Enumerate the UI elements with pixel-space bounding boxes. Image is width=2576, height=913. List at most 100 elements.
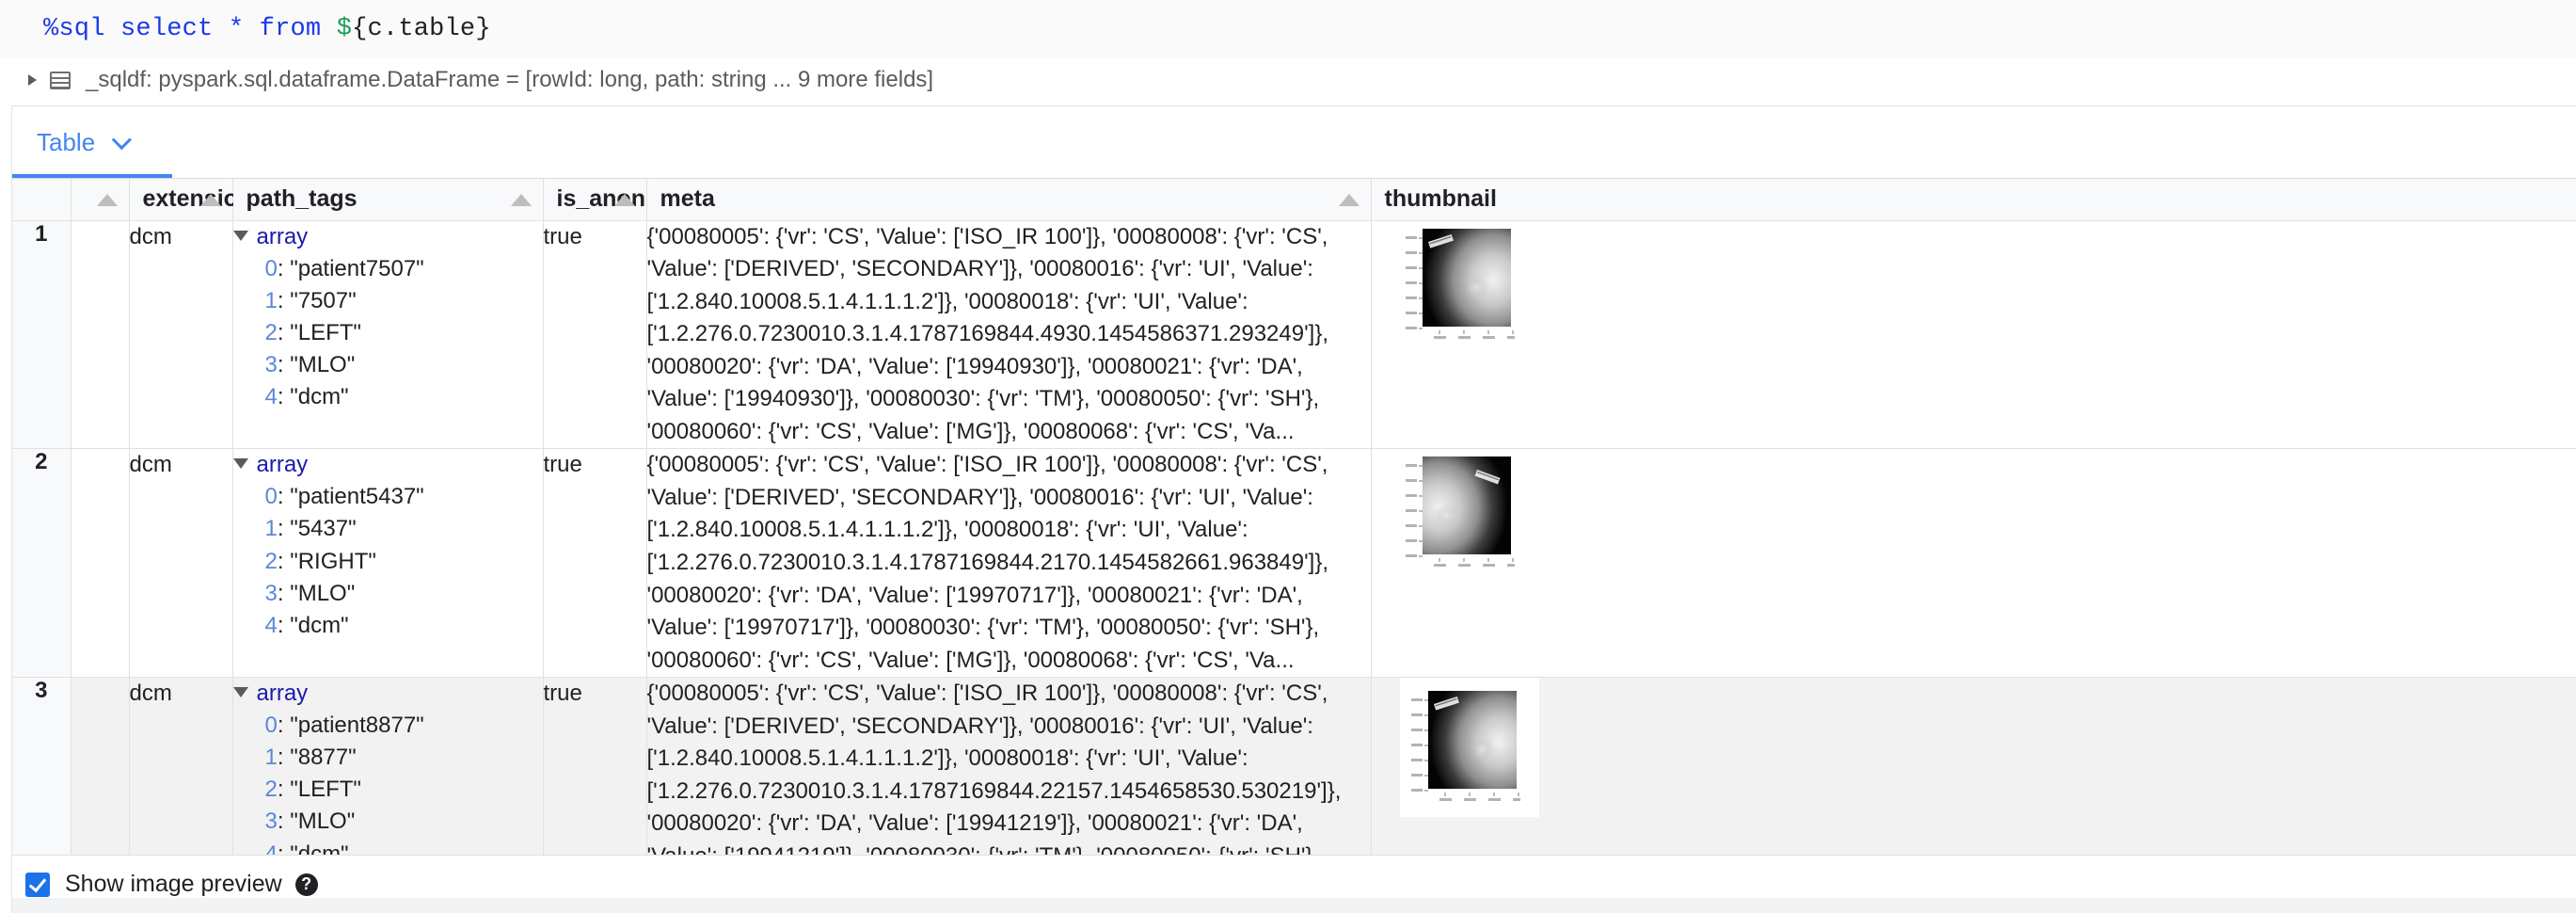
array-item-index: 1 — [265, 745, 278, 770]
table-row[interactable]: 2dcm array 0: "patient5437"1: "5437"2: "… — [12, 449, 2576, 678]
column-header-extension[interactable]: extension — [129, 179, 232, 220]
sort-ascending-icon[interactable] — [200, 194, 221, 206]
column-header-is-anon[interactable]: is_anon — [543, 179, 646, 220]
triangle-right-icon[interactable] — [28, 74, 37, 86]
code-token-interp: {c.table} — [352, 15, 491, 43]
row-number-cell: 3 — [12, 678, 71, 855]
array-item: 1: "5437" — [265, 513, 543, 545]
array-item: 2: "RIGHT" — [265, 546, 543, 578]
array-item-index: 2 — [265, 320, 278, 345]
result-summary-line[interactable]: _sqldf: pyspark.sql.dataframe.DataFrame … — [0, 58, 2576, 102]
code-token-from: from — [260, 15, 322, 43]
array-item: 2: "LEFT" — [265, 774, 543, 806]
thumbnail-image[interactable] — [1400, 678, 1539, 817]
tab-table[interactable]: Table — [37, 128, 126, 157]
table-scroll-container[interactable]: extension path_tags is_anon meta — [12, 178, 2576, 855]
show-image-preview-label: Show image preview — [65, 871, 282, 898]
code-token-select: select — [120, 15, 213, 43]
table-row[interactable]: 1 dcm array 0: "patient7507"1: "7507"2: "… — [12, 220, 2576, 449]
array-item-index: 1 — [265, 288, 278, 313]
array-item-index: 3 — [265, 809, 278, 834]
array-item: 4: "dcm" — [265, 610, 543, 642]
column-header-meta[interactable]: meta — [646, 179, 1371, 220]
array-item: 1: "8877" — [265, 742, 543, 774]
sort-ascending-icon[interactable] — [511, 194, 532, 206]
grid-icon — [50, 72, 71, 89]
row-blank-cell[interactable] — [71, 449, 129, 678]
bottom-strip — [12, 898, 2576, 913]
row-number-cell: 2 — [12, 449, 71, 678]
code-cell[interactable]: %sql select * from ${c.table} — [0, 0, 2576, 58]
array-item-index: 3 — [265, 352, 278, 377]
array-toggle[interactable]: array — [233, 678, 543, 710]
array-item-index: 1 — [265, 516, 278, 541]
array-item-index: 0 — [265, 713, 278, 738]
thumbnail-image[interactable] — [1400, 449, 1511, 577]
cell-thumbnail[interactable] — [1371, 220, 2576, 449]
output-panel: Table — [11, 105, 2576, 913]
table-row[interactable]: 3 dcm array 0: "patient8877"1: "8877"2: "… — [12, 678, 2576, 855]
cell-path-tags[interactable]: array 0: "patient8877"1: "8877"2: "LEFT"… — [232, 678, 543, 855]
thumbnail-image[interactable] — [1400, 221, 1511, 349]
row-number-cell: 1 — [12, 220, 71, 449]
help-circle-icon[interactable]: ? — [295, 873, 318, 896]
column-header-blank[interactable] — [71, 179, 129, 220]
array-item: 0: "patient5437" — [265, 481, 543, 513]
code-cell-text[interactable]: %sql select * from ${c.table} — [43, 15, 491, 43]
array-item-index: 2 — [265, 549, 278, 574]
triangle-down-icon[interactable] — [233, 458, 248, 469]
triangle-down-icon[interactable] — [233, 687, 248, 697]
array-item: 3: "MLO" — [265, 349, 543, 381]
array-type-label: array — [257, 221, 309, 253]
cell-meta: {'00080005': {'vr': 'CS', 'Value': ['ISO… — [646, 678, 1371, 855]
cell-extension: dcm — [129, 678, 232, 855]
tab-table-label: Table — [37, 128, 95, 157]
array-item: 3: "MLO" — [265, 578, 543, 610]
table-header: extension path_tags is_anon meta — [12, 179, 2576, 220]
output-tabbar: Table — [12, 106, 2576, 178]
meta-text: {'00080005': {'vr': 'CS', 'Value': ['ISO… — [647, 678, 1371, 855]
array-item: 0: "patient8877" — [265, 710, 543, 742]
results-table: extension path_tags is_anon meta — [12, 179, 2576, 855]
table-body: 1dcm array 0: "patient7507"1: "7507"2: "… — [12, 220, 2576, 855]
column-header-thumbnail[interactable]: thumbnail — [1371, 179, 2576, 220]
array-type-label: array — [257, 678, 309, 710]
array-item-index: 0 — [265, 256, 278, 281]
triangle-down-icon[interactable] — [233, 231, 248, 241]
code-token-star: * — [229, 15, 244, 43]
show-image-preview-checkbox[interactable] — [25, 873, 50, 897]
row-blank-cell[interactable] — [71, 220, 129, 449]
cell-path-tags[interactable]: array 0: "patient5437"1: "5437"2: "RIGHT… — [232, 449, 543, 678]
cell-thumbnail[interactable] — [1371, 678, 2576, 855]
array-item-index: 3 — [265, 581, 278, 606]
array-toggle[interactable]: array — [233, 449, 543, 481]
array-item-index: 4 — [265, 841, 278, 855]
cell-thumbnail[interactable] — [1371, 449, 2576, 678]
code-token-magic: %sql — [43, 15, 105, 43]
table-header-row: extension path_tags is_anon meta — [12, 179, 2576, 220]
cell-path-tags[interactable]: array 0: "patient7507"1: "7507"2: "LEFT"… — [232, 220, 543, 449]
meta-text: {'00080005': {'vr': 'CS', 'Value': ['ISO… — [647, 449, 1371, 677]
result-summary-text: _sqldf: pyspark.sql.dataframe.DataFrame … — [86, 67, 933, 93]
sort-ascending-icon[interactable] — [97, 194, 118, 206]
cell-is-anon: true — [543, 678, 646, 855]
code-token-dollar: $ — [337, 15, 352, 43]
array-toggle[interactable]: array — [233, 221, 543, 253]
cell-meta: {'00080005': {'vr': 'CS', 'Value': ['ISO… — [646, 449, 1371, 678]
column-header-path-tags[interactable]: path_tags — [232, 179, 543, 220]
cell-extension: dcm — [129, 220, 232, 449]
array-type-label: array — [257, 449, 309, 481]
array-item: 2: "LEFT" — [265, 317, 543, 349]
array-item: 4: "dcm" — [265, 839, 543, 855]
cell-is-anon: true — [543, 449, 646, 678]
sort-ascending-icon[interactable] — [614, 194, 635, 206]
array-items: 0: "patient5437"1: "5437"2: "RIGHT"3: "M… — [265, 481, 543, 641]
array-items: 0: "patient8877"1: "8877"2: "LEFT"3: "ML… — [265, 710, 543, 855]
array-item-index: 2 — [265, 777, 278, 802]
array-item: 0: "patient7507" — [265, 253, 543, 285]
chevron-down-icon[interactable] — [112, 130, 132, 150]
row-blank-cell[interactable] — [71, 678, 129, 855]
sort-ascending-icon[interactable] — [1339, 194, 1360, 206]
array-item-index: 4 — [265, 384, 278, 409]
array-item: 1: "7507" — [265, 285, 543, 317]
